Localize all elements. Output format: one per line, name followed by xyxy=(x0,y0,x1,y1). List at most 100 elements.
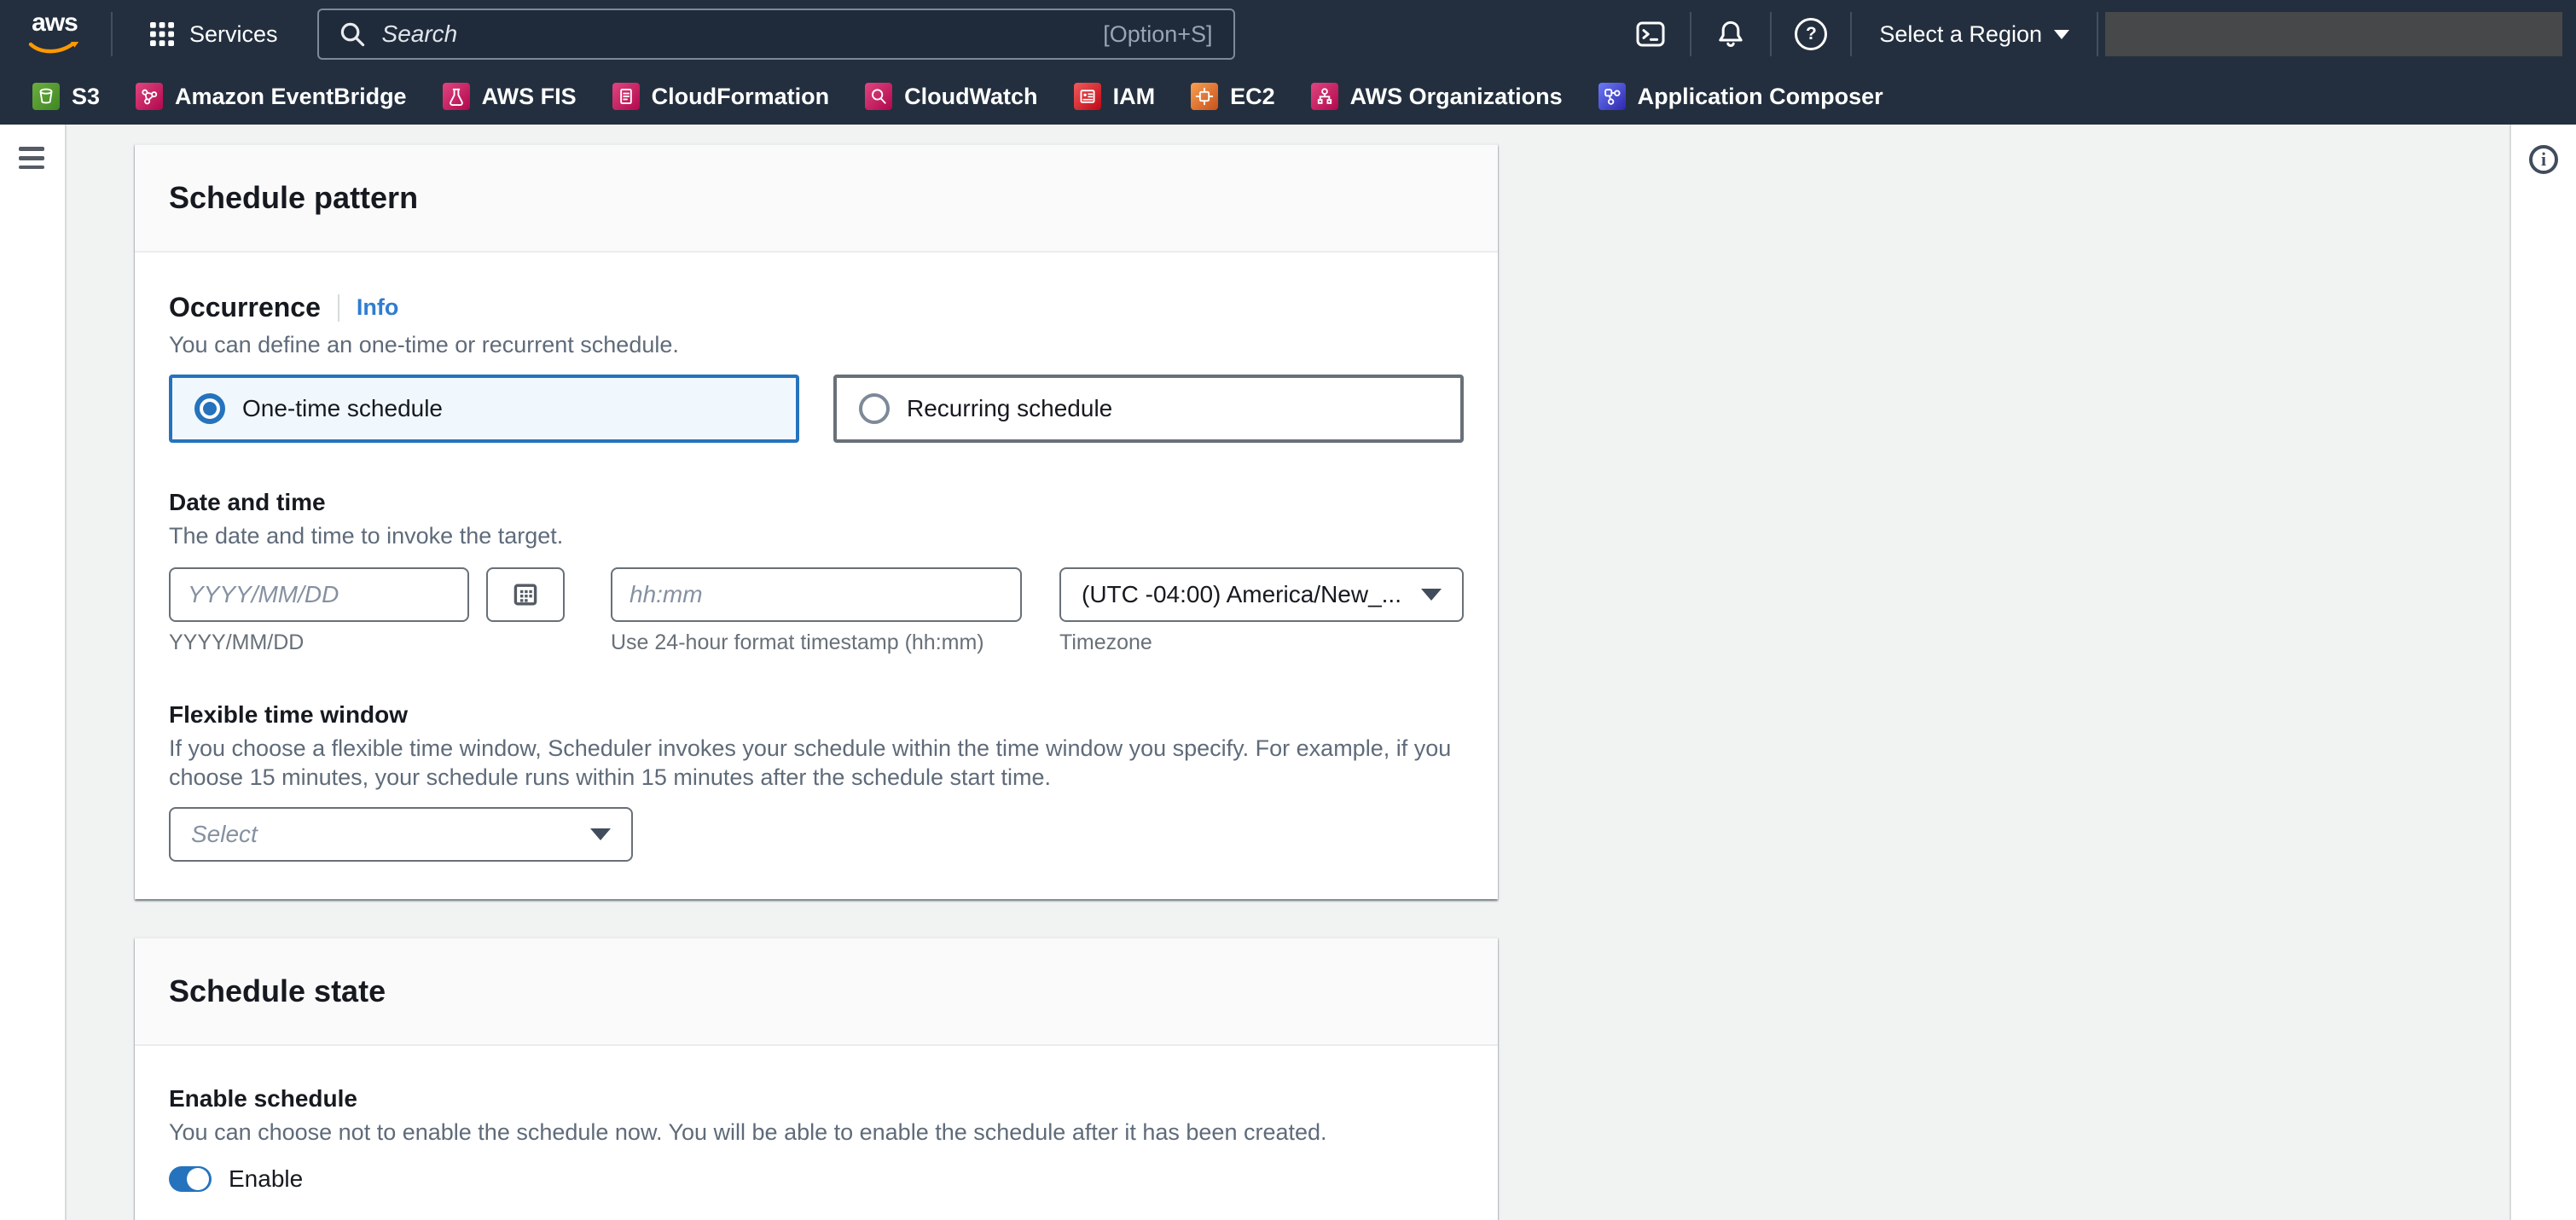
iam-icon xyxy=(1074,83,1101,110)
enable-toggle[interactable] xyxy=(169,1166,212,1192)
favorite-label: Amazon EventBridge xyxy=(175,84,407,110)
side-navigation-collapsed xyxy=(0,125,67,1220)
bell-icon xyxy=(1715,19,1746,49)
nav-divider xyxy=(2097,12,2098,56)
flexible-window-field: Flexible time window If you choose a fle… xyxy=(169,701,1464,862)
ec2-icon xyxy=(1191,83,1218,110)
favorite-cloudwatch[interactable]: CloudWatch xyxy=(865,83,1037,110)
date-hint: YYYY/MM/DD xyxy=(169,630,565,655)
radio-unchecked-icon xyxy=(859,393,890,424)
aws-logo[interactable]: aws xyxy=(26,11,84,57)
occurrence-label: Occurrence xyxy=(169,292,321,323)
aws-smile-icon xyxy=(27,42,82,57)
chevron-down-icon xyxy=(2054,30,2069,39)
schedule-pattern-card: Schedule pattern Occurrence Info You can… xyxy=(135,143,1498,899)
favorite-amazon-eventbridge[interactable]: Amazon EventBridge xyxy=(136,83,407,110)
s3-icon xyxy=(32,83,60,110)
favorite-aws-fis[interactable]: AWS FIS xyxy=(443,83,577,110)
timezone-value: (UTC -04:00) America/New_... xyxy=(1082,581,1401,608)
datetime-description: The date and time to invoke the target. xyxy=(169,521,1464,550)
favorite-label: Application Composer xyxy=(1638,84,1883,110)
flexible-window-description: If you choose a flexible time window, Sc… xyxy=(169,734,1464,792)
region-selector[interactable]: Select a Region xyxy=(1852,21,2097,48)
favorite-label: EC2 xyxy=(1230,84,1275,110)
enable-toggle-label: Enable xyxy=(229,1165,303,1193)
search-shortcut-hint: [Option+S] xyxy=(1103,21,1212,48)
flexible-window-select[interactable]: Select xyxy=(169,807,633,862)
occurrence-tiles: One-time schedule Recurring schedule xyxy=(169,375,1464,443)
schedule-pattern-title: Schedule pattern xyxy=(169,177,1464,218)
schedule-state-title: Schedule state xyxy=(169,971,1464,1012)
timezone-select[interactable]: (UTC -04:00) America/New_... xyxy=(1059,567,1464,622)
favorite-label: CloudFormation xyxy=(652,84,829,110)
favorite-aws-organizations[interactable]: AWS Organizations xyxy=(1311,83,1563,110)
enable-schedule-label: Enable schedule xyxy=(169,1085,1464,1113)
cloudshell-button[interactable] xyxy=(1611,0,1690,68)
cloudwatch-icon xyxy=(865,83,892,110)
date-picker-button[interactable] xyxy=(486,567,565,622)
select-caret-icon xyxy=(590,828,611,840)
organizations-icon xyxy=(1311,83,1338,110)
tile-label: One-time schedule xyxy=(242,395,443,422)
nav-divider xyxy=(111,12,113,56)
favorite-label: AWS Organizations xyxy=(1350,84,1563,110)
date-input[interactable] xyxy=(169,567,469,622)
tile-label: Recurring schedule xyxy=(907,395,1112,422)
question-mark-icon: ? xyxy=(1795,18,1827,50)
search-icon xyxy=(339,21,365,47)
datetime-field: Date and time The date and time to invok… xyxy=(169,489,1464,655)
favorite-ec2[interactable]: EC2 xyxy=(1191,83,1275,110)
favorites-bar: S3 Amazon EventBridge AWS FIS CloudForma… xyxy=(0,68,2576,125)
top-navigation-bar: aws Services Search [Option+S] xyxy=(0,0,2576,68)
schedule-state-card: Schedule state Enable schedule You can c… xyxy=(135,937,1498,1220)
help-button[interactable]: ? xyxy=(1772,0,1850,68)
notifications-button[interactable] xyxy=(1691,0,1770,68)
info-icon[interactable]: i xyxy=(2529,145,2558,174)
timezone-hint: Timezone xyxy=(1059,630,1464,655)
calendar-icon xyxy=(512,581,539,608)
favorite-application-composer[interactable]: Application Composer xyxy=(1598,83,1883,110)
menu-icon[interactable] xyxy=(19,147,44,169)
account-menu-redacted[interactable] xyxy=(2105,12,2562,56)
main-form-area: Schedule pattern Occurrence Info You can… xyxy=(135,143,1498,1220)
datetime-label: Date and time xyxy=(169,489,1464,516)
schedule-state-body: Enable schedule You can choose not to en… xyxy=(135,1046,1498,1220)
services-grid-icon xyxy=(150,22,174,46)
cloudformation-icon xyxy=(612,83,640,110)
occurrence-info-link[interactable]: Info xyxy=(357,294,398,321)
services-menu-button[interactable]: Services xyxy=(140,20,288,49)
favorite-iam[interactable]: IAM xyxy=(1074,83,1156,110)
select-caret-icon xyxy=(1421,589,1442,601)
favorite-label: IAM xyxy=(1113,84,1156,110)
one-time-schedule-tile[interactable]: One-time schedule xyxy=(169,375,799,443)
services-label: Services xyxy=(189,21,278,48)
time-input[interactable] xyxy=(611,567,1022,622)
schedule-state-header: Schedule state xyxy=(135,938,1498,1046)
fis-icon xyxy=(443,83,470,110)
eventbridge-icon xyxy=(136,83,163,110)
schedule-pattern-header: Schedule pattern xyxy=(135,145,1498,253)
favorite-s3[interactable]: S3 xyxy=(32,83,100,110)
favorite-label: AWS FIS xyxy=(482,84,577,110)
schedule-pattern-body: Occurrence Info You can define an one-ti… xyxy=(135,253,1498,899)
radio-checked-icon xyxy=(194,393,225,424)
help-panel-collapsed: i xyxy=(2509,125,2576,1220)
recurring-schedule-tile[interactable]: Recurring schedule xyxy=(833,375,1464,443)
cloudshell-terminal-icon xyxy=(1635,19,1666,49)
application-composer-icon xyxy=(1598,83,1626,110)
favorite-label: CloudWatch xyxy=(904,84,1037,110)
occurrence-field: Occurrence Info You can define an one-ti… xyxy=(169,292,1464,443)
content-region: Schedule pattern Occurrence Info You can… xyxy=(0,125,2576,1220)
aws-console-screen: aws Services Search [Option+S] xyxy=(0,0,2576,1220)
favorite-cloudformation[interactable]: CloudFormation xyxy=(612,83,829,110)
time-hint: Use 24-hour format timestamp (hh:mm) xyxy=(611,630,1022,655)
occurrence-description: You can define an one-time or recurrent … xyxy=(169,330,1464,359)
enable-schedule-description: You can choose not to enable the schedul… xyxy=(169,1118,1464,1147)
flexible-window-label: Flexible time window xyxy=(169,701,1464,729)
favorite-label: S3 xyxy=(72,84,100,110)
search-box[interactable]: Search [Option+S] xyxy=(317,9,1235,60)
search-placeholder: Search xyxy=(382,20,458,48)
aws-logo-text: aws xyxy=(26,11,84,35)
label-divider xyxy=(338,294,339,322)
region-label: Select a Region xyxy=(1879,21,2042,48)
